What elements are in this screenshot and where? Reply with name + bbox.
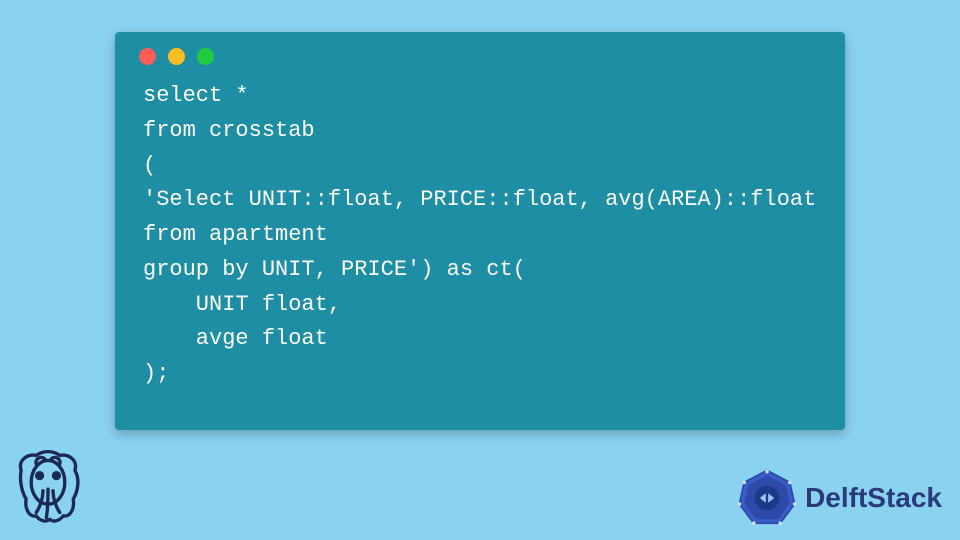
code-line: (	[143, 153, 156, 178]
code-line: from apartment	[143, 222, 328, 247]
brand-badge: DelftStack	[737, 468, 942, 528]
window-controls	[115, 32, 845, 73]
code-block: select * from crosstab ( 'Select UNIT::f…	[115, 73, 845, 412]
maximize-icon[interactable]	[197, 48, 214, 65]
postgresql-icon	[6, 446, 90, 532]
code-line: avge float	[143, 326, 328, 351]
code-window: select * from crosstab ( 'Select UNIT::f…	[115, 32, 845, 430]
code-line: select *	[143, 83, 249, 108]
delftstack-icon	[737, 468, 797, 528]
code-line: 'Select UNIT::float, PRICE::float, avg(A…	[143, 187, 816, 212]
brand-name: DelftStack	[805, 482, 942, 514]
code-line: group by UNIT, PRICE') as ct(	[143, 257, 526, 282]
minimize-icon[interactable]	[168, 48, 185, 65]
code-line: from crosstab	[143, 118, 315, 143]
close-icon[interactable]	[139, 48, 156, 65]
code-line: );	[143, 361, 169, 386]
code-line: UNIT float,	[143, 292, 341, 317]
